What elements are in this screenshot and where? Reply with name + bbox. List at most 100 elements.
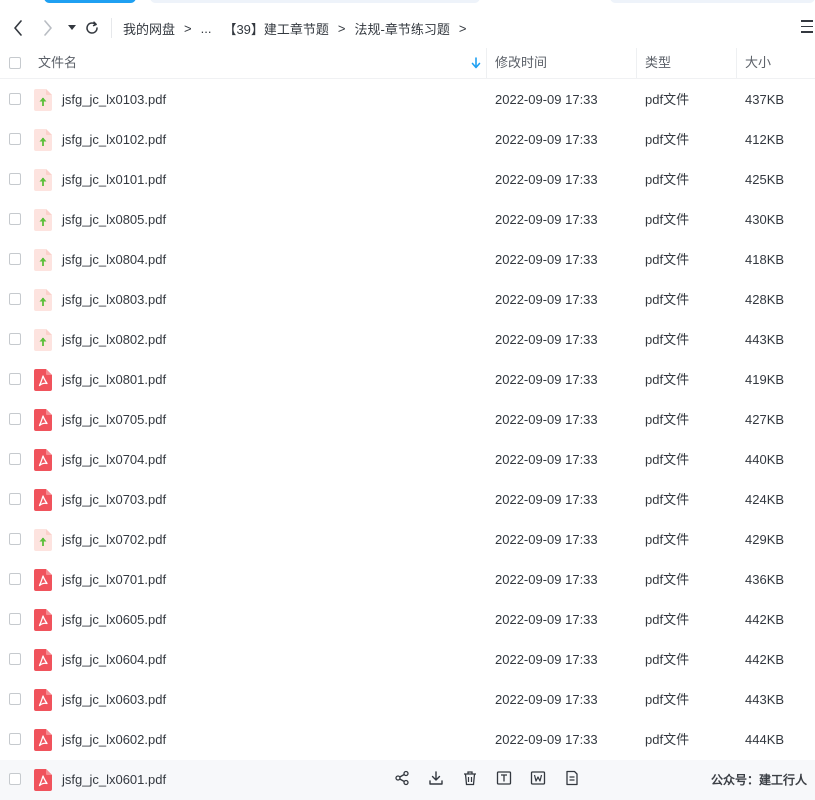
sort-down-arrow-icon[interactable] — [470, 56, 482, 70]
file-name[interactable]: jsfg_jc_lx0803.pdf — [62, 280, 166, 320]
file-size: 427KB — [745, 412, 785, 427]
file-name[interactable]: jsfg_jc_lx0604.pdf — [62, 640, 166, 680]
row-checkbox[interactable] — [9, 133, 21, 145]
row-checkbox[interactable] — [9, 213, 21, 225]
table-row[interactable]: jsfg_jc_lx0802.pdf 2022-09-09 17:33 pdf文件 4… — [0, 320, 815, 360]
breadcrumb-folder[interactable]: 【39】建工章节题 — [223, 19, 328, 38]
file-modified-time: 2022-09-09 17:33 — [495, 452, 598, 467]
file-name[interactable]: jsfg_jc_lx0804.pdf — [62, 240, 166, 280]
chevron-right-icon — [44, 20, 52, 36]
file-type: pdf文件 — [645, 612, 690, 627]
list-menu-icon[interactable] — [801, 20, 813, 34]
file-modified-time: 2022-09-09 17:33 — [495, 572, 598, 587]
header-filename[interactable]: 文件名 — [38, 48, 77, 78]
row-checkbox[interactable] — [9, 693, 21, 705]
table-row[interactable]: jsfg_jc_lx0605.pdf 2022-09-09 17:33 pdf文件 4… — [0, 600, 815, 640]
table-row[interactable]: jsfg_jc_lx0103.pdf 2022-09-09 17:33 pdf文件 4… — [0, 80, 815, 120]
file-name[interactable]: jsfg_jc_lx0703.pdf — [62, 480, 166, 520]
back-button[interactable] — [8, 18, 28, 38]
table-row[interactable]: jsfg_jc_lx0101.pdf 2022-09-09 17:33 pdf文件 4… — [0, 160, 815, 200]
file-name[interactable]: jsfg_jc_lx0601.pdf — [62, 760, 166, 800]
row-checkbox[interactable] — [9, 613, 21, 625]
breadcrumb-current[interactable]: 法规-章节练习题 — [355, 19, 450, 38]
file-name[interactable]: jsfg_jc_lx0701.pdf — [62, 560, 166, 600]
file-modified-time: 2022-09-09 17:33 — [495, 412, 598, 427]
table-row[interactable]: jsfg_jc_lx0705.pdf 2022-09-09 17:33 pdf文件 4… — [0, 400, 815, 440]
file-name[interactable]: jsfg_jc_lx0802.pdf — [62, 320, 166, 360]
tab-pill[interactable] — [610, 0, 815, 3]
download-icon[interactable] — [427, 769, 445, 787]
upload-pending-icon — [34, 209, 52, 231]
table-row-hovered[interactable]: jsfg_jc_lx0601.pdf 公众号：建工行人 — [0, 760, 815, 800]
breadcrumb-root[interactable]: 我的网盘 — [123, 19, 175, 38]
column-divider[interactable] — [486, 48, 487, 78]
file-name[interactable]: jsfg_jc_lx0101.pdf — [62, 160, 166, 200]
row-checkbox[interactable] — [9, 493, 21, 505]
nav-divider — [111, 18, 112, 38]
file-size: 440KB — [745, 452, 785, 467]
header-size[interactable]: 大小 — [745, 48, 771, 78]
file-name[interactable]: jsfg_jc_lx0801.pdf — [62, 360, 166, 400]
tab-pill[interactable] — [150, 0, 480, 3]
row-checkbox[interactable] — [9, 653, 21, 665]
file-name[interactable]: jsfg_jc_lx0103.pdf — [62, 80, 166, 120]
file-name[interactable]: jsfg_jc_lx0805.pdf — [62, 200, 166, 240]
text-extract-icon[interactable] — [495, 769, 513, 787]
file-name[interactable]: jsfg_jc_lx0705.pdf — [62, 400, 166, 440]
table-row[interactable]: jsfg_jc_lx0703.pdf 2022-09-09 17:33 pdf文件 4… — [0, 480, 815, 520]
row-checkbox[interactable] — [9, 413, 21, 425]
table-row[interactable]: jsfg_jc_lx0804.pdf 2022-09-09 17:33 pdf文件 4… — [0, 240, 815, 280]
table-row[interactable]: jsfg_jc_lx0603.pdf 2022-09-09 17:33 pdf文件 4… — [0, 680, 815, 720]
forward-button[interactable] — [38, 18, 58, 38]
file-name[interactable]: jsfg_jc_lx0605.pdf — [62, 600, 166, 640]
table-row[interactable]: jsfg_jc_lx0604.pdf 2022-09-09 17:33 pdf文件 4… — [0, 640, 815, 680]
row-checkbox[interactable] — [9, 333, 21, 345]
row-checkbox[interactable] — [9, 173, 21, 185]
column-divider[interactable] — [736, 48, 737, 78]
table-row[interactable]: jsfg_jc_lx0704.pdf 2022-09-09 17:33 pdf文件 4… — [0, 440, 815, 480]
row-checkbox[interactable] — [9, 573, 21, 585]
active-tab-pill[interactable] — [44, 0, 136, 3]
row-checkbox[interactable] — [9, 293, 21, 305]
upload-pending-icon — [34, 129, 52, 151]
file-name[interactable]: jsfg_jc_lx0102.pdf — [62, 120, 166, 160]
table-row[interactable]: jsfg_jc_lx0805.pdf 2022-09-09 17:33 pdf文件 4… — [0, 200, 815, 240]
pdf-icon — [34, 729, 52, 751]
breadcrumb-ellipsis[interactable]: ... — [201, 21, 212, 36]
table-row[interactable]: jsfg_jc_lx0702.pdf 2022-09-09 17:33 pdf文件 4… — [0, 520, 815, 560]
file-name[interactable]: jsfg_jc_lx0702.pdf — [62, 520, 166, 560]
table-row[interactable]: jsfg_jc_lx0602.pdf 2022-09-09 17:33 pdf文件 4… — [0, 720, 815, 760]
table-row[interactable]: jsfg_jc_lx0801.pdf 2022-09-09 17:33 pdf文件 4… — [0, 360, 815, 400]
file-type: pdf文件 — [645, 652, 690, 667]
table-row[interactable]: jsfg_jc_lx0102.pdf 2022-09-09 17:33 pdf文件 4… — [0, 120, 815, 160]
header-modified[interactable]: 修改时间 — [495, 48, 547, 78]
table-row[interactable]: jsfg_jc_lx0701.pdf 2022-09-09 17:33 pdf文件 4… — [0, 560, 815, 600]
file-modified-time: 2022-09-09 17:33 — [495, 132, 598, 147]
header-type[interactable]: 类型 — [645, 48, 671, 78]
file-name[interactable]: jsfg_jc_lx0602.pdf — [62, 720, 166, 760]
refresh-button[interactable] — [82, 18, 102, 38]
row-checkbox[interactable] — [9, 373, 21, 385]
history-dropdown-button[interactable] — [62, 18, 82, 38]
table-row[interactable]: jsfg_jc_lx0803.pdf 2022-09-09 17:33 pdf文件 4… — [0, 280, 815, 320]
file-type: pdf文件 — [645, 332, 690, 347]
select-all-checkbox[interactable] — [9, 57, 21, 69]
file-name[interactable]: jsfg_jc_lx0704.pdf — [62, 440, 166, 480]
row-checkbox[interactable] — [9, 253, 21, 265]
word-convert-icon[interactable] — [529, 769, 547, 787]
file-type: pdf文件 — [645, 212, 690, 227]
more-file-icon[interactable] — [563, 769, 581, 787]
column-divider[interactable] — [636, 48, 637, 78]
pdf-icon — [34, 449, 52, 471]
row-checkbox[interactable] — [9, 93, 21, 105]
delete-icon[interactable] — [461, 769, 479, 787]
row-checkbox[interactable] — [9, 733, 21, 745]
file-modified-time: 2022-09-09 17:33 — [495, 732, 598, 747]
row-checkbox[interactable] — [9, 773, 21, 785]
share-icon[interactable] — [393, 769, 411, 787]
file-name[interactable]: jsfg_jc_lx0603.pdf — [62, 680, 166, 720]
row-checkbox[interactable] — [9, 453, 21, 465]
file-modified-time: 2022-09-09 17:33 — [495, 292, 598, 307]
file-size: 424KB — [745, 492, 785, 507]
row-checkbox[interactable] — [9, 533, 21, 545]
